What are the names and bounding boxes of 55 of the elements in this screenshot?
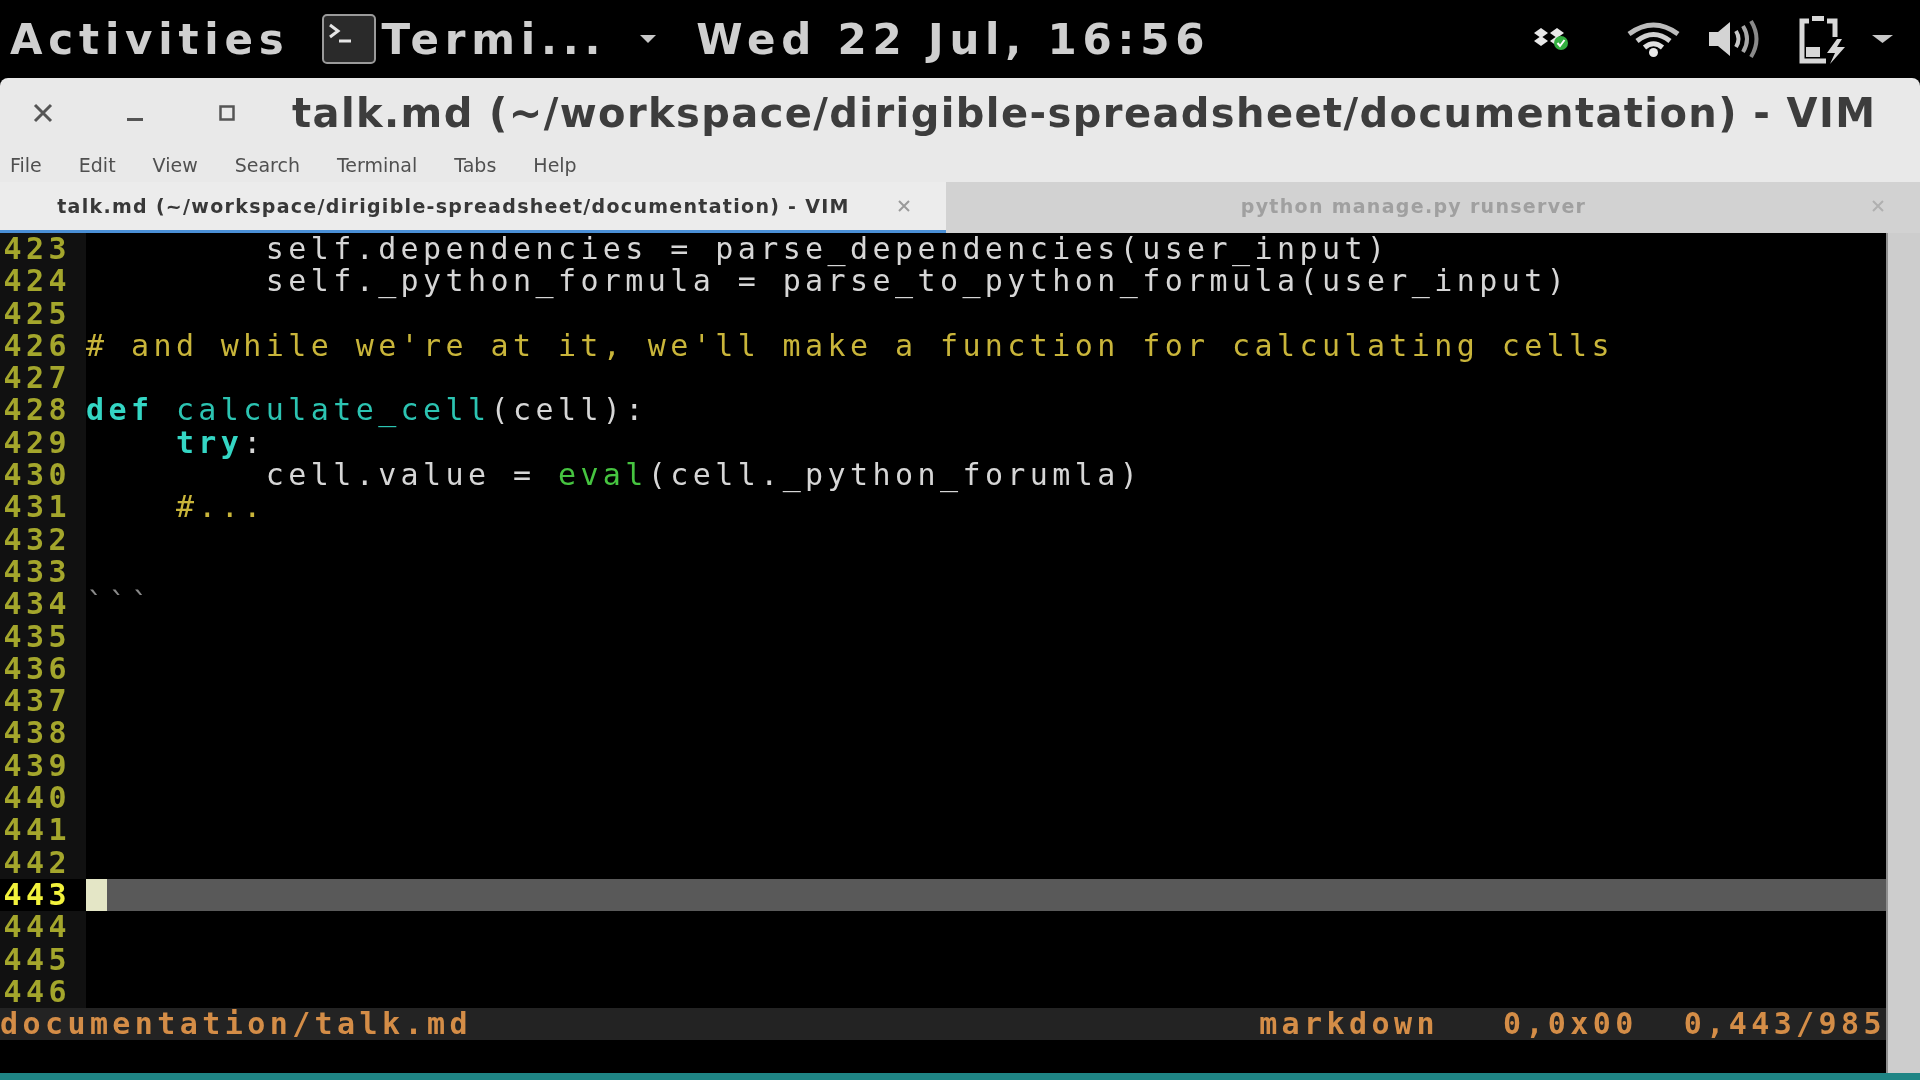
app-menu-button[interactable]: Termi... [321,14,657,64]
line-number: 430 [0,459,86,492]
code-line: #... [175,489,266,525]
menu-item[interactable]: Search [234,153,300,176]
status-field: 0,0x00 [1502,1008,1638,1041]
menu-item[interactable]: Edit [78,153,116,176]
code-line: self.dependencies = parse_dependencies(user_input) [265,231,1390,266]
scrollbar[interactable] [1886,233,1920,1073]
file-path: documentation/talk.md [0,1008,472,1041]
line-number: 428 [0,394,86,427]
line-number: 436 [0,652,86,686]
tab[interactable]: talk.md (~/workspace/dirigible-spreadsheet/documentation) - VIM [0,182,946,233]
menu-item[interactable]: Terminal [336,153,418,176]
terminal-icon [321,14,376,64]
line-number: 433 [0,555,86,589]
line-number: 435 [0,620,86,653]
close-icon[interactable] [32,101,54,124]
line-number: 441 [0,814,86,847]
line-number: 446 [0,975,86,1009]
minimize-icon[interactable] [127,117,143,122]
line-number: 425 [0,297,86,330]
line-number: 426 [0,329,86,363]
battery-charging-icon[interactable] [1797,14,1848,64]
menu-item[interactable]: File [10,153,42,176]
window-title: talk.md (~/workspace/dirigible-spreadsheet/documentation) - VIM [292,89,1877,136]
menu-item[interactable]: View [152,153,198,176]
line-number: 434 [0,588,86,621]
menu-item[interactable]: Tabs [454,153,497,176]
line-number: 438 [0,717,86,750]
text-cursor-icon [86,878,107,912]
wifi-icon[interactable] [1627,21,1680,57]
line-number: 439 [0,749,86,783]
date-time[interactable]: Wed 22 Jul, 16:56 [696,14,1211,64]
line-number: 440 [0,782,86,815]
caret-icon [640,35,657,43]
line-number: 444 [0,911,86,944]
status-field: 0,443/985 [1683,1008,1886,1041]
line-number: 431 [0,491,86,524]
maximize-icon[interactable] [219,104,235,121]
line-number: 429 [0,426,86,460]
code-line: cell.value = eval(cell._python_forumla) [265,457,1143,493]
line-number: 442 [0,846,86,879]
line-number: 424 [0,265,86,298]
box-check-icon[interactable] [1532,27,1570,51]
menu-item[interactable]: Help [533,153,577,176]
line-number: 423 [0,233,86,266]
line-number: 445 [0,943,86,976]
line-number: 437 [0,685,86,718]
activities-button[interactable]: Activities [10,14,290,64]
code-line: # and while we're at it, we'll make a function for calculating cells [86,327,1615,363]
caret-icon[interactable] [1872,35,1893,43]
line-number: 432 [0,523,86,556]
code-line: ``` [86,586,154,622]
status-field: markdown [1259,1008,1439,1041]
line-number: 427 [0,362,86,395]
